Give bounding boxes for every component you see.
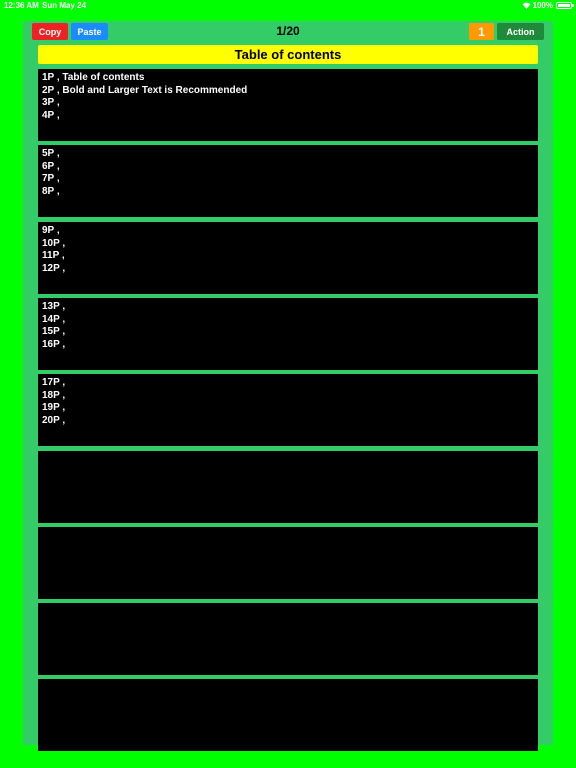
battery-icon (556, 2, 574, 9)
page-indicator: 1/20 (276, 24, 300, 38)
page-card[interactable] (38, 527, 538, 599)
card-line: 3P , (42, 97, 60, 108)
card-line: 18P , (42, 389, 66, 401)
card-line: 9P , (42, 225, 60, 236)
status-time: 12:36 AM (4, 1, 39, 10)
card-line: 4P , (42, 109, 60, 121)
status-right: 100% (522, 1, 574, 10)
action-button[interactable]: Action (497, 23, 544, 40)
toc-title[interactable]: Table of contents (38, 45, 538, 64)
card-line: 13P , (42, 301, 66, 312)
card-line: 5P , (42, 148, 60, 159)
page-card[interactable]: 17P , 18P , 19P , 20P , (38, 374, 538, 446)
paste-button[interactable]: Paste (71, 23, 108, 40)
card-line: 8P , (42, 185, 60, 197)
page-card[interactable]: 1P , Table of contents 2P , Bold and Larg… (38, 69, 538, 141)
copy-button[interactable]: Copy (32, 23, 68, 40)
card-line: 11P , (42, 250, 65, 261)
battery-percent: 100% (532, 1, 553, 10)
card-line: 2P , Bold and Larger Text is Recommended (42, 84, 248, 96)
toolbar: Copy Paste 1/20 1 Action (23, 21, 553, 43)
page-card[interactable]: 5P , 6P , 7P , 8P , (38, 145, 538, 217)
status-date: Sun May 24 (42, 1, 87, 10)
card-line: 7P , (42, 173, 60, 184)
main-panel: Copy Paste 1/20 1 Action Table of conten… (23, 21, 553, 751)
card-line: 1P , Table of contents (42, 72, 145, 83)
card-line: 6P , (42, 160, 60, 172)
page-card[interactable] (38, 451, 538, 523)
card-line: 10P , (42, 237, 66, 249)
status-bar: 12:36 AM Sun May 24 100% (0, 0, 576, 12)
card-line: 14P , (42, 313, 66, 325)
card-line: 19P , (42, 402, 66, 413)
card-line: 15P , (42, 326, 66, 337)
card-line: 12P , (42, 262, 66, 274)
page-card[interactable] (38, 603, 538, 675)
card-line: 20P , (42, 414, 66, 426)
card-line: 16P , (42, 338, 66, 350)
page-card[interactable]: 13P , 14P , 15P , 16P , (38, 298, 538, 370)
wifi-icon (522, 2, 531, 9)
count-button[interactable]: 1 (469, 23, 494, 40)
page-card[interactable]: 9P , 10P , 11P , 12P , (38, 222, 538, 294)
page-card[interactable] (38, 679, 538, 751)
card-line: 17P , (42, 377, 66, 388)
